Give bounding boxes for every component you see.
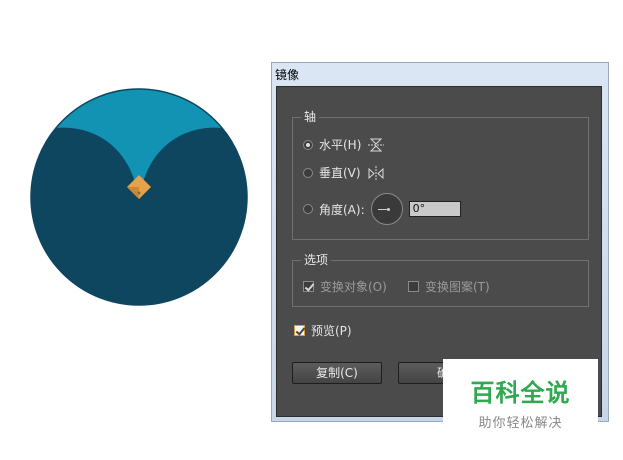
axis-group: 轴 水平(H) 垂直(V) 角度(A): 0° xyxy=(292,108,589,240)
artwork-left-wing xyxy=(31,127,137,305)
vertical-label: 垂直(V) xyxy=(319,166,361,180)
preview-checkbox[interactable] xyxy=(294,325,305,336)
reflect-horizontal-icon xyxy=(368,138,385,151)
angle-dial[interactable] xyxy=(370,193,403,225)
horizontal-label: 水平(H) xyxy=(319,138,362,152)
angle-input[interactable]: 0° xyxy=(408,201,461,217)
angle-label: 角度(A): xyxy=(319,202,365,217)
dialog-title: 镜像 xyxy=(275,68,300,82)
copy-button[interactable]: 复制(C) xyxy=(292,362,382,384)
preview-label: 预览(P) xyxy=(311,324,352,338)
vertical-option[interactable]: 垂直(V) xyxy=(303,164,385,181)
reflect-vertical-icon xyxy=(368,165,384,180)
transform-patterns-option[interactable]: 变换图案(T) xyxy=(408,278,490,295)
options-group-label: 选项 xyxy=(301,251,332,268)
artwork-canvas xyxy=(28,86,250,308)
dialog-titlebar[interactable]: 镜像 xyxy=(272,63,608,85)
axis-group-label: 轴 xyxy=(301,108,320,125)
watermark-brand: 百科全说 xyxy=(470,379,571,407)
horizontal-radio[interactable] xyxy=(303,139,313,150)
angle-option[interactable]: 角度(A): 0° xyxy=(303,193,461,225)
horizontal-option[interactable]: 水平(H) xyxy=(303,136,385,153)
options-group: 选项 变换对象(O) 变换图案(T) xyxy=(292,251,589,307)
transform-patterns-label: 变换图案(T) xyxy=(425,280,490,294)
transform-objects-label: 变换对象(O) xyxy=(320,280,387,294)
artwork-svg xyxy=(30,88,248,306)
watermark: 百科全说 助你轻松解决 xyxy=(443,359,598,431)
transform-objects-checkbox[interactable] xyxy=(303,281,314,292)
transform-objects-option[interactable]: 变换对象(O) xyxy=(303,278,387,295)
transform-patterns-checkbox[interactable] xyxy=(408,281,419,292)
angle-radio[interactable] xyxy=(303,204,313,214)
preview-option[interactable]: 预览(P) xyxy=(294,322,352,339)
vertical-radio[interactable] xyxy=(303,167,313,178)
artwork-right-wing xyxy=(141,127,247,305)
watermark-tagline: 助你轻松解决 xyxy=(478,416,563,431)
